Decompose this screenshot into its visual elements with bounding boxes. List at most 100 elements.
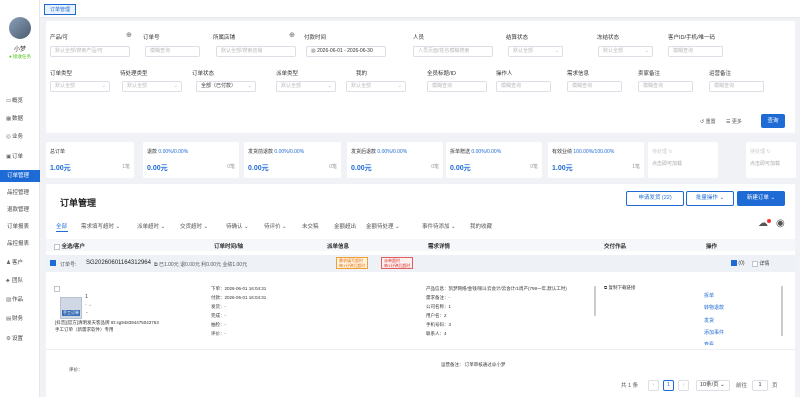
freeze-status-select[interactable]: 默认全部 ⌄ — [598, 46, 653, 57]
filter-label: 所属店铺 — [213, 35, 236, 41]
stat-card[interactable]: 发货前退款 0.00%/0.00% 0.00元 0笔 — [244, 142, 341, 178]
order-number[interactable]: SG20260601164312964 — [86, 260, 151, 266]
menu-finance[interactable]: ▤财务 — [0, 313, 40, 325]
page-size-select[interactable]: 10条/页 ⌄ — [696, 380, 730, 391]
lazy-load-text[interactable]: 点击即可加载 — [652, 160, 682, 167]
add-event-link[interactable]: 添加事件 — [704, 329, 724, 336]
menu-settings[interactable]: ⚙设置 — [0, 333, 40, 345]
apply-ship-button[interactable]: 申请发货 (22) — [626, 191, 684, 206]
submenu-order-manage[interactable]: 订单管理 — [0, 170, 40, 182]
operator-input[interactable]: 模糊查询 — [496, 81, 551, 92]
chevron-down-icon: ⌄ — [644, 48, 649, 54]
stat-card-lazy[interactable]: 待处理 ↻ 点击即可加载 — [746, 142, 796, 178]
reset-button[interactable]: ↺ 重置 — [700, 118, 716, 125]
stat-card[interactable]: 总订单 1.00元 1笔 — [46, 142, 134, 178]
scrollbar[interactable] — [594, 286, 596, 316]
tab-amount-over[interactable]: 金额超出 — [334, 222, 356, 230]
submenu-order-report[interactable]: 订单报表 — [0, 221, 40, 233]
menu-business[interactable]: ◎业务 — [0, 131, 40, 143]
need-info-input[interactable]: 模糊查询 — [567, 81, 622, 92]
tab-need-timeout[interactable]: 需求填写超时 ⌄ — [81, 222, 120, 230]
checkbox[interactable] — [731, 260, 737, 266]
menu-data[interactable]: ▦数据 — [0, 113, 40, 125]
customer-id-input[interactable]: 模糊查询 — [668, 46, 723, 57]
stat-card[interactable]: 发货后退款 0.00%/0.00% 0.00元 0笔 — [347, 142, 443, 178]
refresh-icon[interactable]: ↻ — [766, 149, 770, 155]
ship-link[interactable]: 发货 — [704, 317, 714, 324]
detail-toggle[interactable]: 详情 — [752, 260, 769, 267]
search-button[interactable]: 查询 — [761, 114, 785, 128]
stat-card[interactable]: 拆单赠送 0.00%/0.00% 0.00元 0笔 — [446, 142, 542, 178]
product-thumbnail[interactable]: 手工订单 — [60, 297, 82, 319]
tab-favorites[interactable]: 我的收藏 — [470, 222, 492, 230]
order-status-select[interactable]: 全部（已付款） ⌄ — [196, 81, 256, 92]
copy-icon[interactable]: ⧉ — [154, 262, 158, 268]
need-timeout-tag: 需求填写超时 每1分钟后超时 — [336, 257, 369, 269]
menu-works[interactable]: ▧作品 — [0, 294, 40, 306]
tab-not-submitted[interactable]: 未交稿 — [302, 222, 319, 230]
lazy-load-text[interactable]: 点击即可加载 — [750, 160, 780, 167]
tab-event-add[interactable]: 事件待添加 ⌄ — [422, 222, 456, 230]
pending-type-select[interactable]: 默认全部 ⌄ — [122, 81, 182, 92]
split-order-link[interactable]: 拆单 — [704, 292, 714, 299]
more-button[interactable]: ☰ 更多 — [726, 118, 742, 125]
item-title[interactable]: [抖音][官方]清明发天客品牌 ID:sg948394475043763 — [55, 320, 159, 326]
add-icon[interactable]: ⊕ — [126, 31, 132, 39]
page-number[interactable]: 1 — [663, 380, 674, 391]
view-link[interactable]: 查看 — [704, 341, 714, 345]
new-order-button[interactable]: 新建订单 ⌄ — [737, 191, 785, 206]
menu-overview[interactable]: ▭概览 — [0, 95, 40, 107]
stat-card[interactable]: 有效业绩 100.00%/100.00% 1.00元 1笔 — [548, 142, 644, 178]
item-checkbox[interactable] — [54, 286, 60, 292]
order-type-select[interactable]: 默认全部 ⌄ — [50, 81, 110, 92]
ops-note-input[interactable]: 模糊查询 — [709, 81, 764, 92]
settle-status-select[interactable]: 默认全部 ⌄ — [508, 46, 563, 57]
chevron-down-icon[interactable]: - ⌄ — [85, 302, 92, 308]
dispatch-type-select[interactable]: 默认全部 ⌄ — [276, 81, 336, 92]
add-icon[interactable]: ⊕ — [289, 31, 295, 39]
copy-download-link[interactable]: ⧉ 复制下载链接 — [604, 285, 635, 291]
refund-link[interactable]: 转物退款 — [704, 304, 724, 311]
checkbox[interactable] — [54, 243, 60, 250]
menu-customer[interactable]: ♟客户 — [0, 257, 40, 269]
need-phone: 手机号码：3 — [426, 322, 452, 327]
webcam-icon[interactable]: ◉ — [776, 218, 785, 229]
tab-pending-review[interactable]: 待评价 ⌄ — [264, 222, 287, 230]
refresh-icon[interactable]: ↻ — [668, 149, 672, 155]
scrollbar[interactable] — [781, 286, 783, 336]
goto-input[interactable]: 1 — [752, 380, 768, 391]
stat-value: 0.00元 — [248, 165, 269, 172]
order-checkbox[interactable] — [50, 260, 56, 266]
user-status[interactable]: ● 接收任务 — [0, 54, 40, 60]
avatar[interactable] — [9, 17, 31, 39]
stat-value: 0.00元 — [351, 165, 372, 172]
stat-card[interactable]: 退款 0.00%/0.00% 0.00元 0笔 — [143, 142, 239, 178]
customer-name: 1 — [85, 294, 88, 300]
shop-select[interactable]: 默认全部/搜索店铺 — [216, 46, 296, 57]
seller-note-input[interactable]: 模糊查询 — [638, 81, 693, 92]
tab-deliver-timeout[interactable]: 交货超时 ⌄ — [180, 222, 208, 230]
tab-order-manage[interactable]: 订单管理 — [44, 4, 77, 15]
person-input[interactable]: 人员页面/姓名模糊搜索 — [413, 46, 493, 57]
tab-dispatch-timeout[interactable]: 派单超时 ⌄ — [137, 222, 165, 230]
mine-select[interactable]: 默认全部 ⌄ — [346, 81, 406, 92]
need-company: 公司名称：1 — [426, 304, 452, 309]
submenu-qc-report[interactable]: 品控报表 — [0, 238, 40, 250]
tab-all[interactable]: 全部 — [56, 222, 67, 230]
item-subtitle: 手工订单（新需求软件）专用 — [55, 327, 114, 332]
batch-button[interactable]: 批量操作 ⌄ — [686, 191, 734, 206]
tab-pending-confirm[interactable]: 待确认 ⌄ — [226, 222, 249, 230]
prev-page-button[interactable]: ‹ — [648, 380, 659, 391]
submenu-refund-manage[interactable]: 退款管理 — [0, 204, 40, 216]
submenu-qc-manage[interactable]: 品控管理 — [0, 187, 40, 199]
next-page-button[interactable]: › — [678, 380, 689, 391]
stat-card-lazy[interactable]: 待处理 ↻ 点击即可加载 — [648, 142, 718, 178]
order-no-input[interactable]: 模糊查询 — [145, 46, 200, 57]
tab-amount-pending[interactable]: 金额待处理 ⌄ — [366, 222, 400, 230]
select-all[interactable]: 全选/客户 — [54, 242, 85, 250]
pay-time-range[interactable]: ▦ 2026-06-01 - 2026-06-30 — [306, 46, 386, 57]
title-id-input[interactable]: 模糊查询 — [427, 81, 487, 92]
product-select[interactable]: 默认全部/搜索产品/可 — [50, 46, 130, 57]
menu-team[interactable]: ♣ 团队 — [0, 275, 40, 287]
menu-orders[interactable]: ▣订单 — [0, 151, 40, 163]
